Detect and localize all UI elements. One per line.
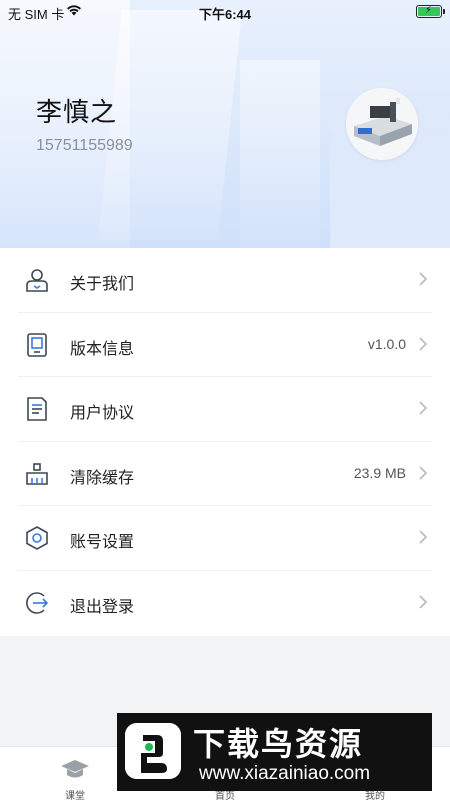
document-icon — [24, 396, 50, 422]
chevron-right-icon — [418, 335, 428, 353]
menu-item-user-agreement[interactable]: 用户协议 — [0, 377, 450, 442]
menu-item-version-info[interactable]: 版本信息 v1.0.0 — [0, 313, 450, 378]
chevron-right-icon — [418, 593, 428, 611]
app-version: v1.0.0 — [367, 335, 406, 352]
chevron-right-icon — [418, 528, 428, 546]
menu-label: 关于我们 — [70, 276, 135, 293]
watermark-banner: 下载鸟资源 www.xiazainiao.com — [117, 713, 432, 791]
battery-icon: ⚡ — [416, 5, 442, 18]
logout-icon — [24, 590, 50, 616]
hexagon-settings-icon — [24, 525, 50, 551]
chevron-right-icon — [418, 399, 428, 417]
battery-cap — [443, 9, 445, 14]
user-badge-icon — [24, 267, 50, 293]
menu-item-about-us[interactable]: 关于我们 — [0, 248, 450, 313]
menu-label: 用户协议 — [70, 405, 135, 423]
tablet-icon — [24, 332, 50, 358]
menu-item-account-settings[interactable]: 账号设置 — [0, 506, 450, 571]
chevron-right-icon — [418, 270, 428, 288]
settings-menu: 关于我们 版本信息 v1.0.0 用户协议 清除缓存 23.9 MB 账号设置 … — [0, 248, 450, 636]
header-decoration — [97, 10, 243, 240]
watermark-url: www.xiazainiao.com — [199, 763, 371, 784]
clock: 下午6:44 — [198, 7, 252, 22]
watermark-title: 下载鸟资源 — [193, 726, 364, 762]
menu-label: 清除缓存 — [70, 469, 135, 487]
bird-logo-icon — [125, 723, 181, 779]
avatar[interactable] — [346, 88, 418, 160]
menu-label: 版本信息 — [70, 340, 135, 358]
user-name: 李慎之 — [36, 97, 118, 127]
status-bar: 无 SIM 卡 下午6:44 ⚡ — [0, 0, 450, 24]
cache-size: 23.9 MB — [353, 464, 406, 481]
chevron-right-icon — [418, 464, 428, 482]
menu-item-logout[interactable]: 退出登录 — [0, 571, 450, 636]
broom-icon — [24, 461, 50, 487]
menu-item-clear-cache[interactable]: 清除缓存 23.9 MB — [0, 442, 450, 507]
laser-cutter-machine-image — [346, 88, 418, 160]
menu-label: 账号设置 — [70, 534, 135, 552]
header-decoration — [240, 60, 320, 248]
user-phone: 15751155989 — [36, 137, 133, 154]
graduation-cap-icon — [60, 757, 90, 781]
menu-label: 退出登录 — [70, 599, 135, 616]
